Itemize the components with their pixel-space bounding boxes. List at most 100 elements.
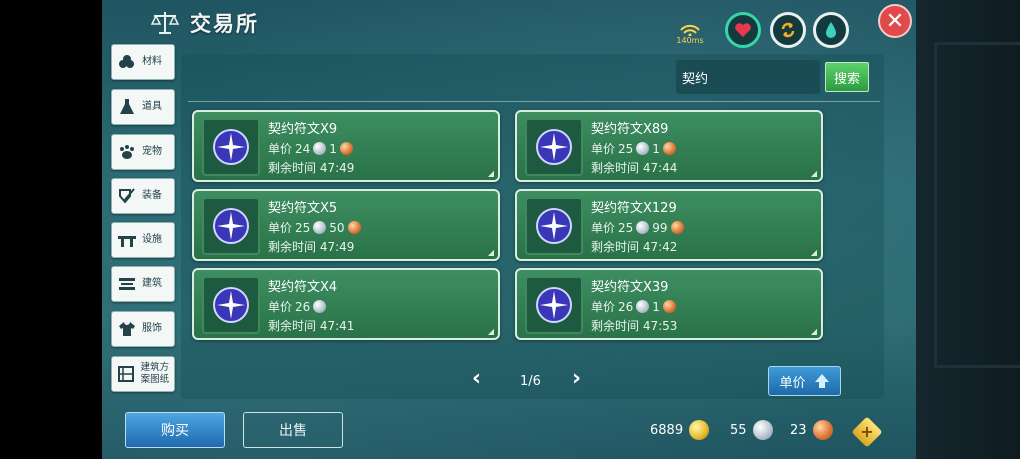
item-price: 单价 25 50 (268, 219, 361, 236)
close-button[interactable]: ✕ (878, 4, 912, 38)
bronze-amount: 23 (790, 422, 807, 438)
item-name: 契约符文X89 (591, 122, 669, 137)
listing-card[interactable]: 契约符文X39 单价 26 1 剩余时间 47:53 ◢ (515, 268, 823, 340)
item-price: 单价 26 1 (591, 298, 676, 315)
rune-icon (202, 197, 260, 255)
sidebar-item-label: 材料 (142, 56, 162, 67)
sell-tab-button[interactable]: 出售 (243, 412, 343, 448)
sidebar-item-facilities[interactable]: 设施 (111, 222, 175, 258)
sidebar-item-pets[interactable]: 宠物 (111, 134, 175, 170)
silver-coin-icon (636, 142, 650, 155)
price-silver: 26 (295, 299, 311, 314)
add-currency-button[interactable]: + (851, 416, 883, 448)
price-label: 单价 (268, 142, 293, 156)
rune-icon (525, 276, 583, 334)
bronze-coin-icon (670, 221, 684, 234)
divider (188, 101, 880, 102)
listing-card[interactable]: 契约符文X4 单价 26 剩余时间 47:41 ◢ (192, 268, 500, 340)
sidebar-item-equipment[interactable]: 装备 (111, 178, 175, 214)
item-time: 剩余时间 47:42 (591, 238, 677, 255)
sidebar-item-label: 装备 (142, 190, 162, 201)
sort-by-price-button[interactable]: 单价 (768, 366, 841, 396)
listing-card[interactable]: 契约符文X89 单价 25 1 剩余时间 47:44 ◢ (515, 110, 823, 182)
silver-coin-icon (636, 300, 650, 313)
corner-mark-icon: ◢ (487, 327, 494, 336)
sidebar-item-buildings[interactable]: 建筑 (111, 266, 175, 302)
sidebar-item-items[interactable]: 道具 (111, 89, 175, 125)
clothing-icon (117, 319, 137, 339)
price-bronze: 99 (652, 220, 668, 235)
prev-page-button[interactable]: ‹ (472, 366, 481, 391)
rune-icon (525, 197, 583, 255)
silver-coin-icon (313, 142, 327, 155)
price-label: 单价 (268, 300, 293, 314)
heart-icon (735, 23, 751, 37)
chevron-left-icon: ‹ (472, 366, 482, 391)
time-label: 剩余时间 (268, 240, 317, 254)
listing-card[interactable]: 契约符文X5 单价 25 50 剩余时间 47:49 ◢ (192, 189, 500, 261)
bronze-balance: 23 (790, 420, 833, 440)
next-page-button[interactable]: › (572, 366, 581, 391)
gold-amount: 6889 (650, 422, 684, 438)
silver-coin-icon (313, 300, 327, 313)
health-button[interactable] (725, 12, 761, 48)
price-label: 单价 (591, 300, 616, 314)
silver-coin-icon (313, 221, 327, 234)
bronze-coin-icon (339, 142, 353, 155)
sidebar-item-blueprints[interactable]: 建筑方案图纸 (111, 356, 175, 392)
silver-coin-icon (636, 221, 650, 234)
sort-label: 单价 (779, 375, 806, 391)
corner-mark-icon: ◢ (487, 248, 494, 257)
sidebar-item-materials[interactable]: 材料 (111, 44, 175, 80)
search-input[interactable] (676, 60, 820, 94)
title-bar: 交易所 (150, 8, 259, 38)
price-label: 单价 (268, 221, 293, 235)
water-button[interactable] (813, 12, 849, 48)
buy-tab-button[interactable]: 购买 (125, 412, 225, 448)
background-scene (916, 0, 1020, 459)
item-time: 剩余时间 47:53 (591, 317, 677, 334)
ping-value: 140ms (676, 36, 704, 45)
time-remaining: 47:49 (319, 161, 355, 175)
item-name: 契约符文X9 (268, 122, 338, 137)
swap-arrows-icon (781, 22, 795, 38)
listing-card[interactable]: 契约符文X9 单价 24 1 剩余时间 47:49 ◢ (192, 110, 500, 182)
water-drop-icon (826, 22, 836, 38)
search-button[interactable]: 搜索 (825, 62, 869, 92)
time-remaining: 47:49 (319, 240, 355, 254)
corner-mark-icon: ◢ (810, 248, 817, 257)
plus-icon: + (860, 422, 874, 441)
sidebar-item-label: 设施 (142, 234, 162, 245)
price-bronze: 50 (329, 220, 345, 235)
time-remaining: 47:44 (642, 161, 678, 175)
item-price: 单价 25 1 (591, 140, 676, 157)
time-label: 剩余时间 (268, 161, 317, 175)
equipment-icon (117, 186, 137, 206)
silver-coin-icon (752, 420, 773, 440)
corner-mark-icon: ◢ (810, 327, 817, 336)
listing-card[interactable]: 契约符文X129 单价 25 99 剩余时间 47:42 ◢ (515, 189, 823, 261)
materials-icon (117, 52, 137, 72)
wifi-icon (680, 24, 700, 36)
price-silver: 25 (295, 220, 311, 235)
gold-coin-icon (689, 420, 710, 440)
flask-icon (117, 97, 137, 117)
facility-icon (117, 230, 137, 250)
time-label: 剩余时间 (591, 161, 640, 175)
item-name: 契约符文X5 (268, 201, 338, 216)
item-name: 契约符文X39 (591, 280, 669, 295)
swap-button[interactable] (770, 12, 806, 48)
item-time: 剩余时间 47:49 (268, 238, 354, 255)
bronze-coin-icon (662, 300, 676, 313)
item-name: 契约符文X4 (268, 280, 338, 295)
sidebar-item-clothing[interactable]: 服饰 (111, 311, 175, 347)
price-bronze: 1 (652, 141, 660, 156)
corner-mark-icon: ◢ (487, 169, 494, 178)
item-time: 剩余时间 47:41 (268, 317, 354, 334)
gold-balance: 6889 (650, 420, 710, 440)
sidebar-item-label: 宠物 (142, 146, 162, 157)
rune-icon (202, 118, 260, 176)
bronze-coin-icon (812, 420, 833, 440)
close-icon: ✕ (885, 8, 905, 34)
price-silver: 26 (618, 299, 634, 314)
